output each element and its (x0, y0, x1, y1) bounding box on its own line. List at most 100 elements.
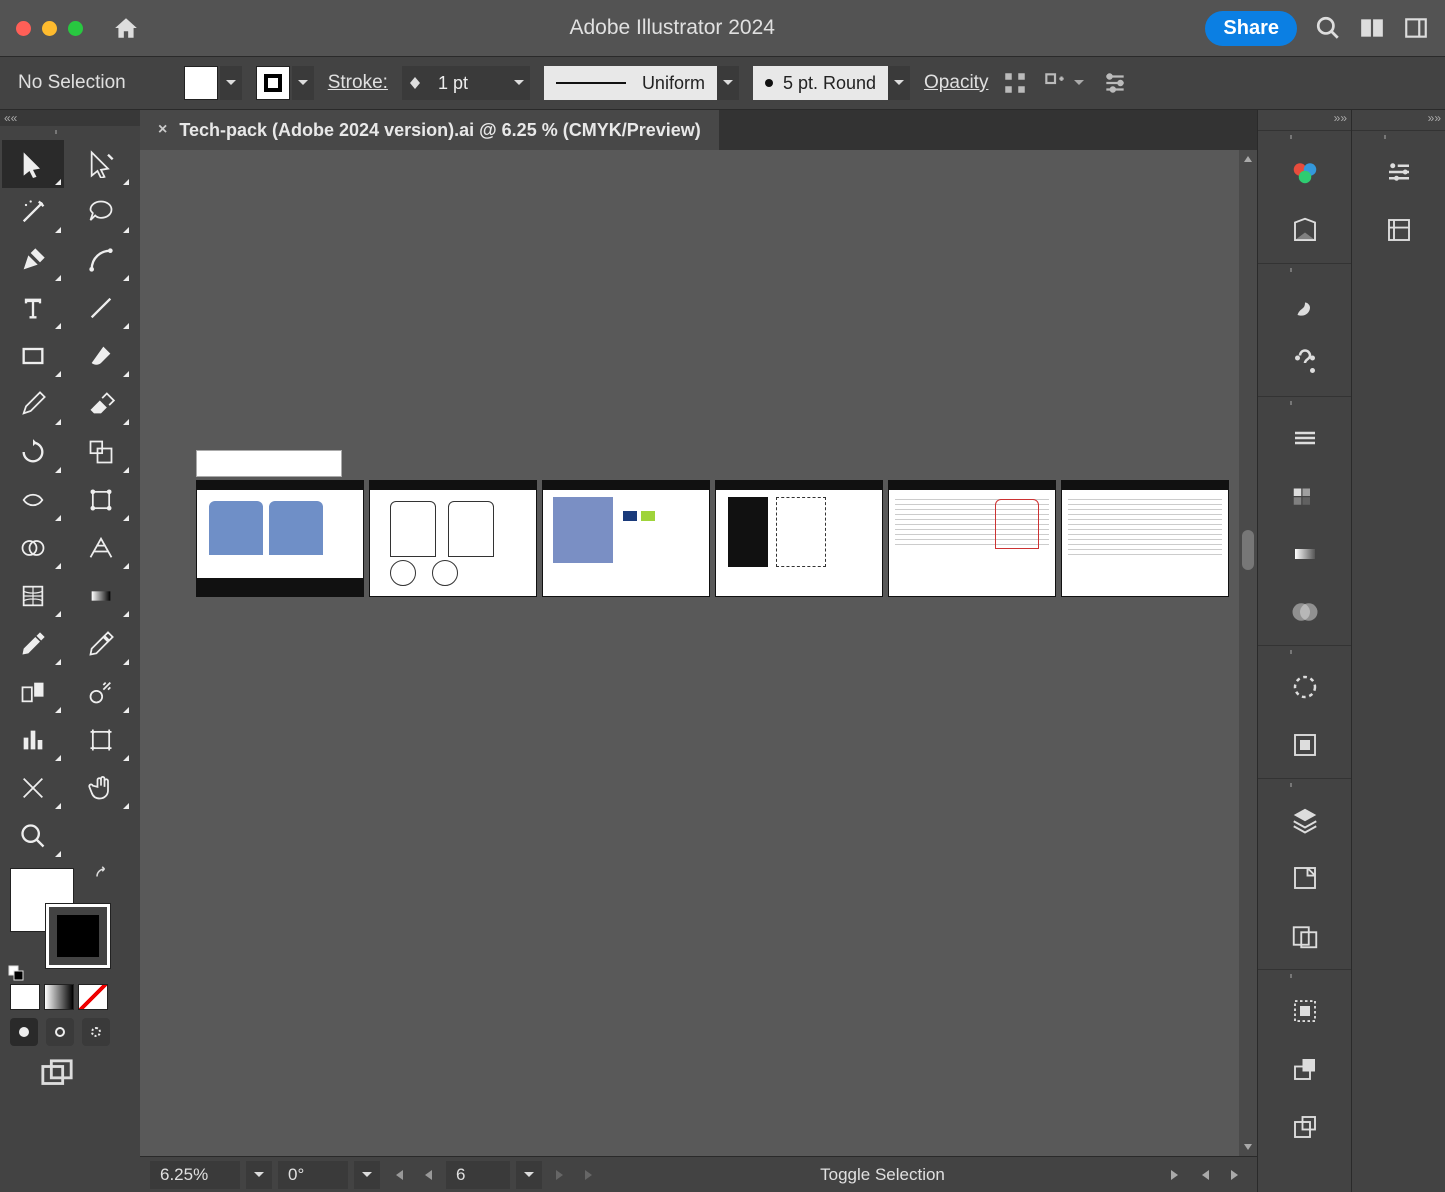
align-panel-shortcut-icon[interactable] (1002, 70, 1028, 96)
none-mode-button[interactable] (78, 984, 108, 1010)
stroke-weight-dropdown[interactable] (508, 66, 530, 100)
artboard[interactable] (715, 480, 883, 597)
gradient-mode-button[interactable] (44, 984, 74, 1010)
hscroll-left-marker-icon[interactable] (1193, 1161, 1217, 1189)
close-tab-icon[interactable]: × (158, 121, 167, 139)
graphic-styles-panel-icon[interactable] (1258, 716, 1351, 774)
fill-swatch-dropdown[interactable] (184, 66, 242, 100)
scroll-thumb[interactable] (1242, 530, 1254, 570)
rotate-tool[interactable] (2, 428, 64, 476)
links-panel-icon[interactable] (1258, 849, 1351, 907)
stroke-label[interactable]: Stroke: (328, 72, 388, 94)
gradient-tool[interactable] (70, 572, 132, 620)
share-button[interactable]: Share (1205, 11, 1297, 46)
color-panel-icon[interactable] (1258, 143, 1351, 201)
panel-a-collapse[interactable]: »» (1258, 110, 1351, 126)
eyedropper-tool[interactable] (2, 620, 64, 668)
artboard[interactable] (542, 480, 710, 597)
opacity-label[interactable]: Opacity (924, 72, 988, 94)
last-artboard-icon[interactable] (578, 1161, 602, 1189)
next-artboard-icon[interactable] (548, 1161, 572, 1189)
appearance-panel-icon[interactable] (1258, 658, 1351, 716)
symbols-panel-icon[interactable] (1258, 334, 1351, 392)
hand-tool[interactable] (70, 764, 132, 812)
curvature-tool[interactable] (70, 236, 132, 284)
pathfinder-panel-icon[interactable] (1258, 1040, 1351, 1098)
transform-panel-icon[interactable] (1258, 1098, 1351, 1156)
lasso-tool[interactable] (70, 188, 132, 236)
slice-tool[interactable] (2, 764, 64, 812)
stroke-swatch-dropdown[interactable] (256, 66, 314, 100)
zoom-tool[interactable] (2, 812, 64, 860)
paintbrush-tool[interactable] (70, 332, 132, 380)
canvas[interactable] (140, 150, 1257, 1156)
brush-dropdown[interactable] (888, 66, 910, 100)
eraser-tool[interactable] (70, 380, 132, 428)
default-fill-stroke-icon[interactable] (8, 965, 24, 986)
zoom-input[interactable]: 6.25% (150, 1161, 240, 1189)
brushes-panel-icon[interactable] (1258, 276, 1351, 334)
scroll-up-icon[interactable] (1239, 150, 1257, 168)
close-window-button[interactable] (16, 21, 31, 36)
hscroll-right-marker-icon[interactable] (1223, 1161, 1247, 1189)
swap-fill-stroke-icon[interactable] (94, 866, 112, 889)
rotate-view-input[interactable]: 0° (278, 1161, 348, 1189)
perspective-grid-tool[interactable] (70, 524, 132, 572)
artboard[interactable] (196, 480, 364, 597)
libraries-panel-icon[interactable] (1352, 201, 1445, 259)
preferences-icon[interactable] (1102, 70, 1128, 96)
symbol-sprayer-tool[interactable] (70, 668, 132, 716)
swatches-panel-icon[interactable] (1258, 467, 1351, 525)
column-graph-tool[interactable] (2, 716, 64, 764)
artboards-panel-icon[interactable] (1258, 907, 1351, 965)
artboard[interactable] (1061, 480, 1229, 597)
zoom-dropdown[interactable] (246, 1161, 272, 1189)
artboard-tool[interactable] (70, 716, 132, 764)
workspace-switcher-icon[interactable] (1403, 15, 1429, 41)
pencil-tool[interactable] (2, 380, 64, 428)
arrange-docs-icon[interactable] (1359, 15, 1385, 41)
scroll-down-icon[interactable] (1239, 1138, 1257, 1156)
profile-dropdown[interactable] (717, 66, 739, 100)
transform-dropdown[interactable] (1070, 70, 1088, 96)
prev-artboard-icon[interactable] (416, 1161, 440, 1189)
tools-collapse[interactable]: «« (0, 110, 140, 126)
brush-definition[interactable]: 5 pt. Round (753, 66, 888, 100)
line-tool[interactable] (70, 284, 132, 332)
draw-normal-button[interactable] (10, 1018, 38, 1046)
artboard-nav-dropdown[interactable] (516, 1161, 542, 1189)
rotate-dropdown[interactable] (354, 1161, 380, 1189)
home-icon[interactable] (113, 15, 139, 41)
eyedropper-tool-alt[interactable] (70, 620, 132, 668)
align-panel-icon[interactable] (1258, 982, 1351, 1040)
minimize-window-button[interactable] (42, 21, 57, 36)
transparency-panel-icon[interactable] (1258, 583, 1351, 641)
artboard[interactable] (369, 480, 537, 597)
artboard[interactable] (888, 480, 1056, 597)
screen-mode-button[interactable] (0, 1046, 140, 1097)
gradient-panel-icon[interactable] (1258, 525, 1351, 583)
vertical-scrollbar[interactable] (1239, 150, 1257, 1156)
color-guide-panel-icon[interactable] (1258, 201, 1351, 259)
stroke-weight-stepper[interactable] (402, 66, 428, 100)
variable-width-profile[interactable]: Uniform (544, 66, 717, 100)
mesh-tool[interactable] (2, 572, 64, 620)
width-tool[interactable] (2, 476, 64, 524)
rectangle-tool[interactable] (2, 332, 64, 380)
scale-tool[interactable] (70, 428, 132, 476)
shape-builder-tool[interactable] (2, 524, 64, 572)
stroke-panel-icon[interactable] (1258, 409, 1351, 467)
panel-b-collapse[interactable]: »» (1352, 110, 1445, 126)
search-icon[interactable] (1315, 15, 1341, 41)
artboard-nav-input[interactable]: 6 (446, 1161, 510, 1189)
fill-stroke-control[interactable] (10, 868, 110, 968)
hscroll-right-icon[interactable] (1163, 1161, 1187, 1189)
draw-inside-button[interactable] (82, 1018, 110, 1046)
first-artboard-icon[interactable] (386, 1161, 410, 1189)
draw-behind-button[interactable] (46, 1018, 74, 1046)
transform-panel-shortcut-icon[interactable] (1042, 70, 1068, 96)
document-tab[interactable]: × Tech-pack (Adobe 2024 version).ai @ 6.… (140, 110, 719, 150)
color-mode-button[interactable] (10, 984, 40, 1010)
maximize-window-button[interactable] (68, 21, 83, 36)
layers-panel-icon[interactable] (1258, 791, 1351, 849)
